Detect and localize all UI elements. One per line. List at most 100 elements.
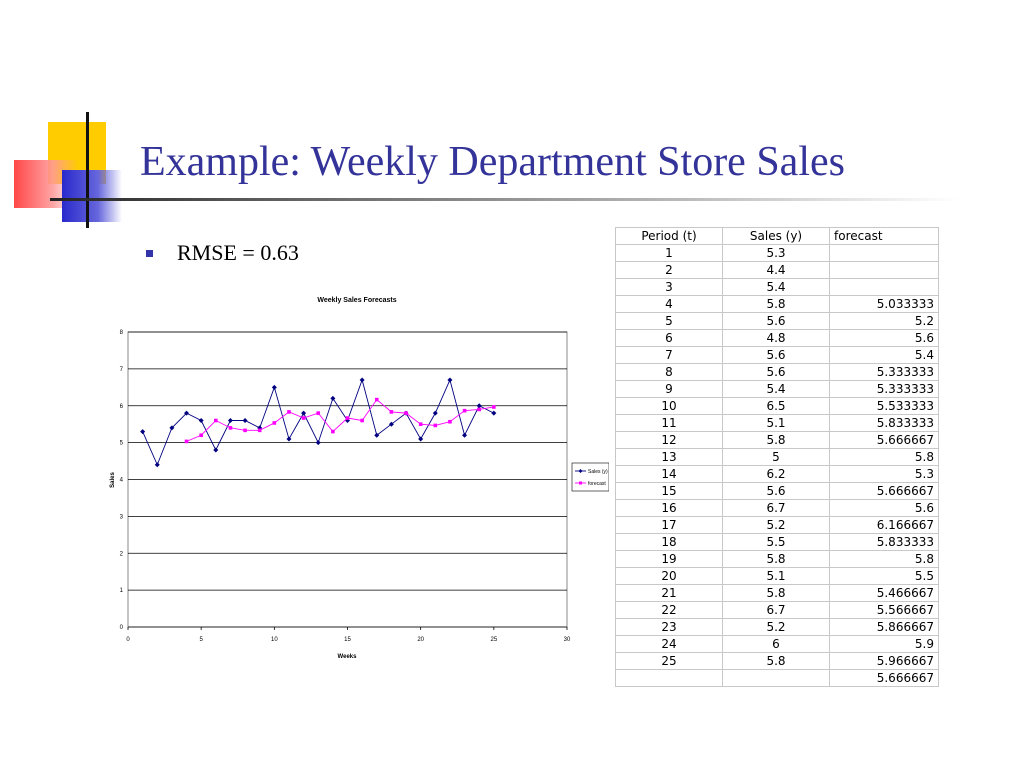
x-axis-label: Weeks [338, 654, 358, 660]
table-cell: 5.466667 [829, 584, 939, 602]
slide-title: Example: Weekly Department Store Sales [140, 139, 845, 185]
table-cell: 5.6 [722, 346, 830, 364]
table-cell: 5.6 [722, 312, 830, 330]
table-row: 16 6.7 5.6 [615, 499, 939, 517]
table-cell: 6 [722, 635, 830, 653]
forecast-data-point [492, 405, 496, 409]
table-row: 23 5.2 5.866667 [615, 618, 939, 636]
table-row: 11 5.1 5.833333 [615, 414, 939, 432]
table-cell: 5.3 [829, 465, 939, 483]
table-row: 13 5 5.8 [615, 448, 939, 466]
table-row: 25 5.8 5.966667 [615, 652, 939, 670]
table-cell: 6.2 [722, 465, 830, 483]
x-tick-label: 15 [344, 637, 351, 643]
table-cell: 2 [615, 261, 723, 279]
sales-data-table: Period (t) Sales (y) forecast 1 5.3 2 4.4 3 5.4 4… [615, 227, 939, 687]
table-cell: 5.8 [722, 550, 830, 568]
table-cell: 5.8 [829, 550, 939, 568]
table-cell: 5.6 [722, 363, 830, 381]
table-cell: 5.566667 [829, 601, 939, 619]
y-tick-label: 0 [120, 625, 124, 631]
y-tick-label: 7 [120, 367, 124, 373]
table-cell: 5.833333 [829, 533, 939, 551]
table-cell: 5.9 [829, 635, 939, 653]
forecast-data-point [331, 429, 335, 434]
table-cell: 20 [615, 567, 723, 585]
table-cell: 5.333333 [829, 363, 939, 381]
chart-gridlines [127, 331, 568, 630]
table-cell: 5.8 [722, 652, 830, 670]
table-cell: 5.6 [722, 482, 830, 500]
chart-title: Weekly Sales Forecasts [317, 297, 396, 304]
table-cell [722, 669, 830, 687]
forecast-data-point [243, 428, 247, 433]
forecast-data-point [448, 419, 452, 424]
y-tick-label: 1 [120, 588, 124, 594]
y-tick-label: 2 [120, 551, 124, 557]
table-cell: 17 [615, 516, 723, 534]
bullet-item: RMSE = 0.63 [146, 240, 299, 266]
table-cell: 4.4 [722, 261, 830, 279]
table-row: 1 5.3 [615, 244, 939, 262]
y-tick-label: 3 [120, 514, 124, 520]
table-cell: 5.4 [722, 278, 830, 296]
table-row: 24 6 5.9 [615, 635, 939, 653]
decorative-vertical-line [86, 112, 89, 228]
table-cell: 5.1 [722, 414, 830, 432]
table-cell: 21 [615, 584, 723, 602]
table-cell: 15 [615, 482, 723, 500]
table-cell: 5.666667 [829, 431, 939, 449]
table-row: 3 5.4 [615, 278, 939, 296]
table-header-cell: Period (t) [615, 227, 723, 245]
x-tick-label: 30 [564, 637, 571, 643]
table-cell: 5.2 [722, 516, 830, 534]
table-cell: 5.833333 [829, 414, 939, 432]
table-row: 6 4.8 5.6 [615, 329, 939, 347]
table-cell: 5.4 [722, 380, 830, 398]
table-cell: 4 [615, 295, 723, 313]
table-cell: 22 [615, 601, 723, 619]
table-cell: 5.533333 [829, 397, 939, 415]
table-row: 5 5.6 5.2 [615, 312, 939, 330]
y-tick-label: 4 [120, 478, 124, 484]
forecast-data-point [199, 433, 203, 438]
table-cell: 5.4 [829, 346, 939, 364]
forecast-data-point [404, 411, 408, 415]
table-row: 14 6.2 5.3 [615, 465, 939, 483]
y-tick-label: 8 [120, 330, 124, 336]
table-cell: 18 [615, 533, 723, 551]
forecast-data-point [228, 426, 233, 430]
table-cell [829, 261, 939, 279]
forecast-data-point [214, 418, 218, 423]
table-cell: 5 [615, 312, 723, 330]
y-tick-label: 6 [120, 404, 124, 410]
table-row: 22 6.7 5.566667 [615, 601, 939, 619]
table-row: 19 5.8 5.8 [615, 550, 939, 568]
table-cell: 4.8 [722, 329, 830, 347]
table-row: 12 5.8 5.666667 [615, 431, 939, 449]
table-row: 9 5.4 5.333333 [615, 380, 939, 398]
forecast-data-point [301, 416, 306, 420]
table-cell: 5.8 [722, 431, 830, 449]
x-tick-label: 5 [199, 637, 203, 643]
table-cell: 5.2 [722, 618, 830, 636]
forecast-data-point [272, 421, 277, 425]
title-underline [50, 198, 960, 201]
table-cell: 5.8 [722, 295, 830, 313]
table-row: 20 5.1 5.5 [615, 567, 939, 585]
table-row: 5.666667 [615, 669, 939, 687]
table-cell: 14 [615, 465, 723, 483]
decorative-blue-square [62, 170, 122, 222]
forecast-data-point [316, 411, 321, 415]
table-cell: 5.666667 [829, 482, 939, 500]
table-cell: 7 [615, 346, 723, 364]
table-cell: 6 [615, 329, 723, 347]
table-cell: 6.7 [722, 499, 830, 517]
table-cell: 5.866667 [829, 618, 939, 636]
forecast-data-point [477, 407, 481, 412]
table-header-row: Period (t) Sales (y) forecast [615, 227, 939, 245]
table-cell: 5.5 [829, 567, 939, 585]
x-tick-label: 10 [271, 637, 278, 643]
table-cell: 13 [615, 448, 723, 466]
table-row: 10 6.5 5.533333 [615, 397, 939, 415]
